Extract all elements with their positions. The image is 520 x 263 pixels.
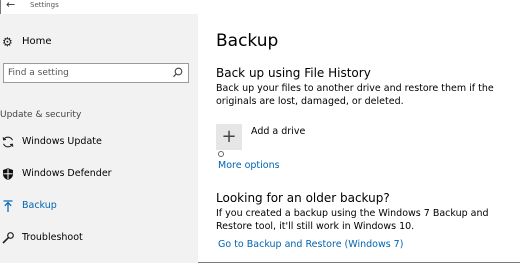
main-content: Backup Back up using File History Back u… [198,14,518,263]
sidebar-item-label: Home [22,36,52,47]
page-title: Backup [216,31,279,51]
gear-icon: ⚙ [2,35,13,49]
search-input[interactable] [8,66,168,80]
back-arrow-icon[interactable]: ← [6,0,15,11]
file-history-description: Back up your files to another drive and … [216,83,494,107]
file-history-heading: Back up using File History [216,66,371,80]
sidebar-item-backup[interactable]: Backup [0,195,198,217]
sidebar-item-label: Backup [22,200,57,211]
sidebar-item-windows-update[interactable]: Windows Update [0,131,198,153]
sidebar-item-windows-defender[interactable]: Windows Defender [0,163,198,185]
title-bar: ← Settings [0,0,520,14]
sidebar: ⚙ Home Update & security Windows Update [0,14,198,263]
sidebar-item-label: Troubleshoot [22,232,83,243]
radio-dot-indicator [218,151,224,157]
window-title: Settings [30,1,59,9]
sidebar-item-home[interactable]: ⚙ Home [0,32,198,54]
add-drive-label: Add a drive [251,126,306,137]
sync-icon [1,135,15,149]
older-backup-heading: Looking for an older backup? [216,191,390,205]
plus-icon: + [221,126,237,147]
search-icon[interactable] [171,65,185,81]
backup-restore-link[interactable]: Go to Backup and Restore (Windows 7) [218,239,403,251]
section-label: Update & security [0,110,82,120]
shield-icon [1,167,15,181]
sidebar-item-troubleshoot[interactable]: Troubleshoot [0,227,198,249]
add-drive-button[interactable]: + Add a drive [216,124,366,150]
older-backup-description: If you created a backup using the Window… [216,208,489,232]
sidebar-item-label: Windows Defender [22,168,112,179]
upload-arrow-icon [1,199,15,213]
wrench-icon [1,231,15,245]
more-options-link[interactable]: More options [218,160,280,172]
search-box[interactable] [3,63,189,83]
sidebar-item-label: Windows Update [22,136,102,147]
